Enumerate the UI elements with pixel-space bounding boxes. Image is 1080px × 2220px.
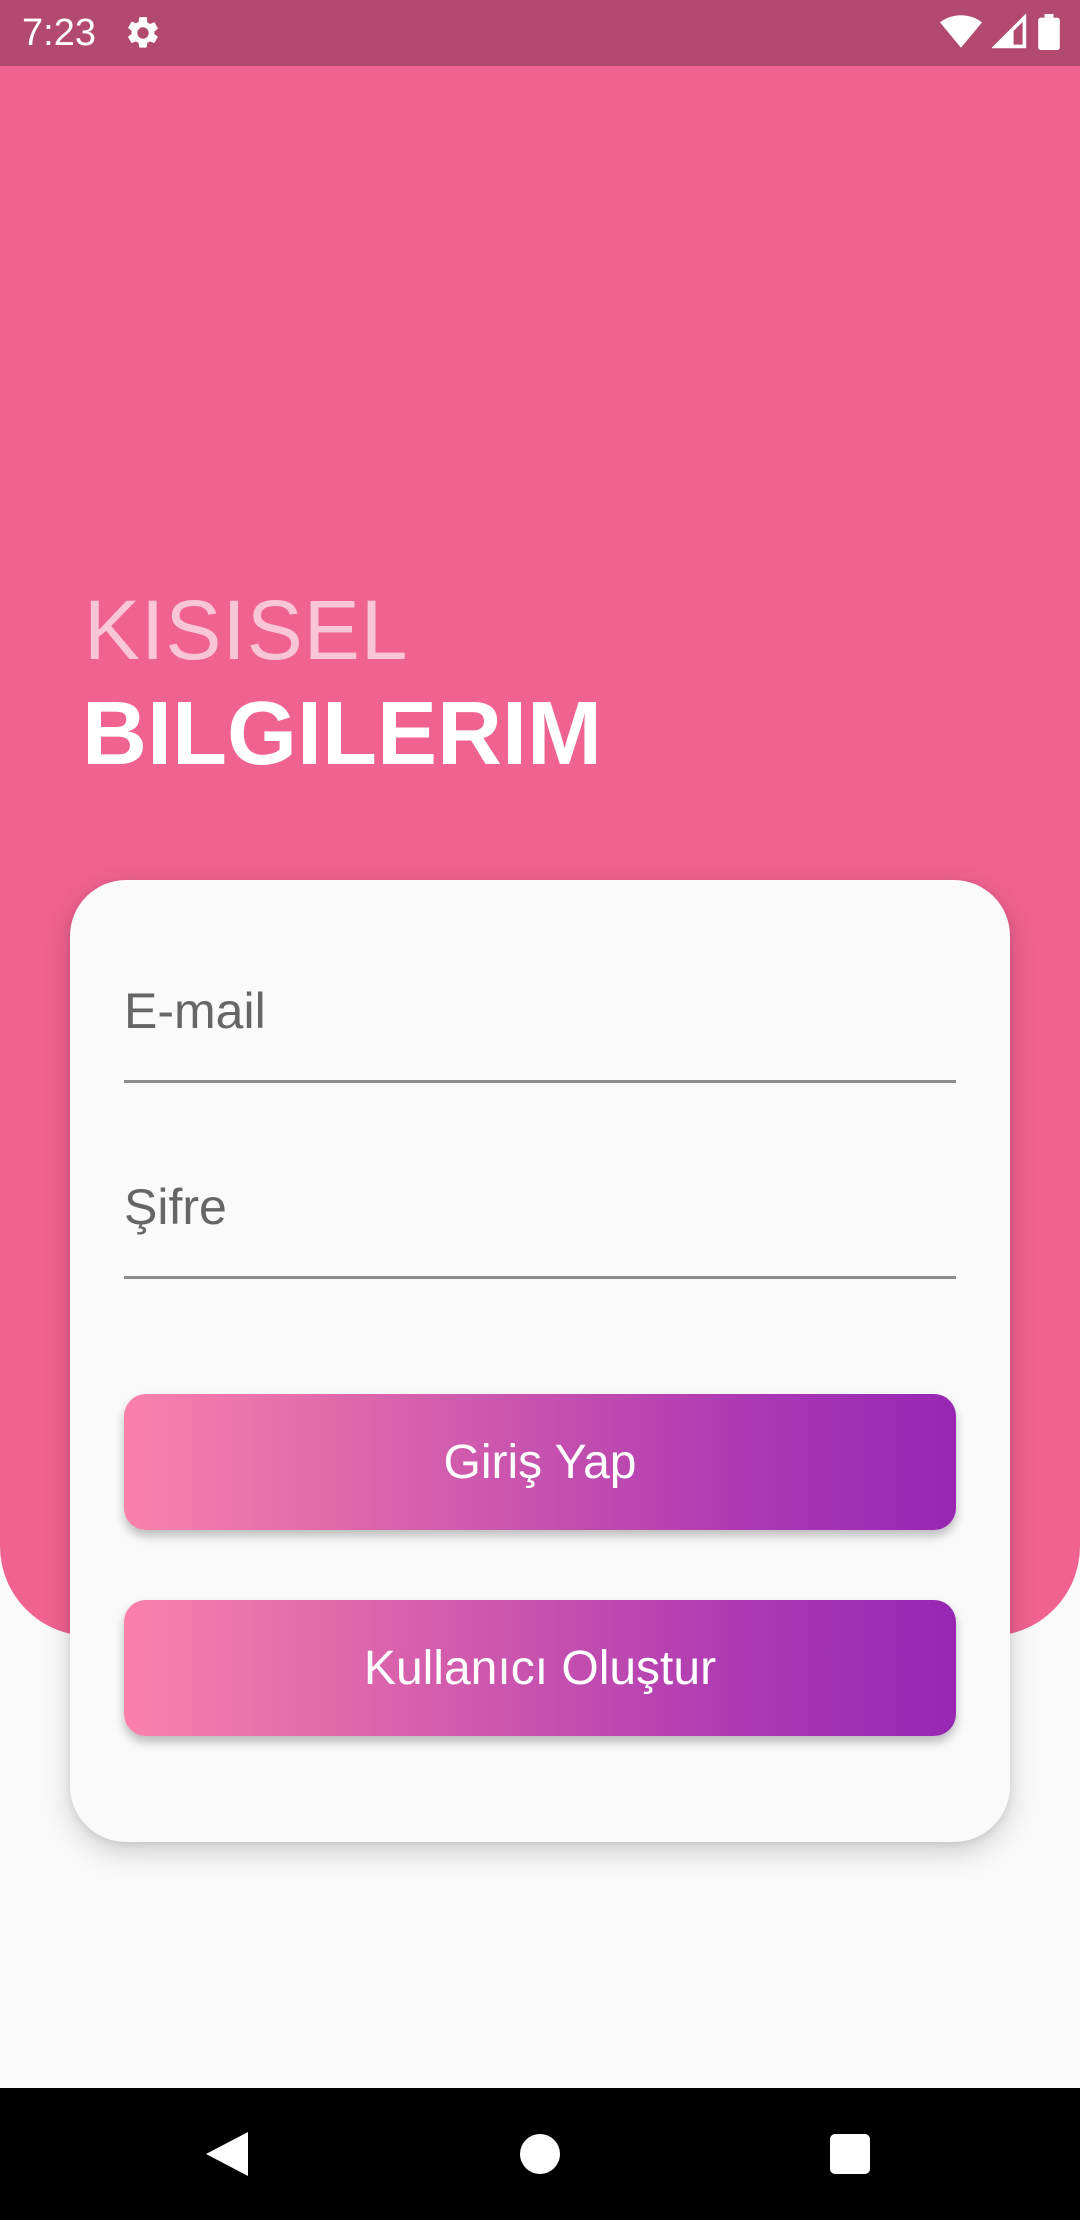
email-input[interactable] [124,982,956,1040]
battery-icon [1038,14,1060,50]
status-bar: 7:23 [0,0,1080,66]
home-icon[interactable] [520,2134,560,2174]
email-field [124,970,956,1083]
login-button[interactable]: Giriş Yap [124,1394,956,1530]
login-button-label: Giriş Yap [443,1435,637,1489]
login-card: Giriş Yap Kullanıcı Oluştur [70,880,1010,1842]
create-user-button-label: Kullanıcı Oluştur [363,1641,717,1695]
password-field [124,1166,956,1279]
password-input[interactable] [124,1178,956,1236]
signal-icon [992,14,1027,49]
status-time: 7:23 [22,12,96,54]
back-icon[interactable] [204,2130,250,2178]
recents-icon[interactable] [830,2134,870,2174]
page-title-bold: BILGILERIM [82,684,602,784]
wifi-icon [940,15,982,48]
gear-icon [128,17,158,48]
create-user-button[interactable]: Kullanıcı Oluştur [124,1600,956,1736]
navigation-bar [0,2088,1080,2220]
status-icons [940,14,1060,50]
page-title-light: KISISEL [84,583,409,677]
